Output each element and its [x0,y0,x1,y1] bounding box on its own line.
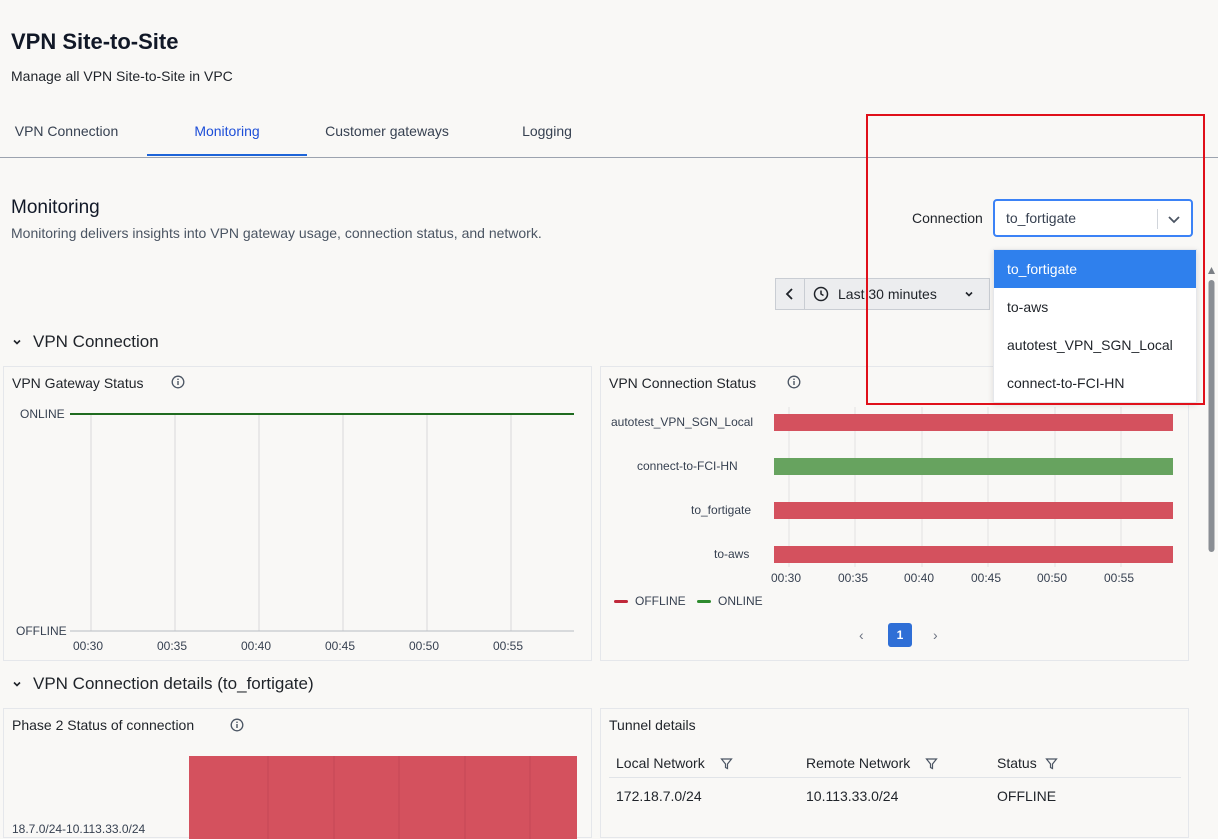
connection-select[interactable]: to_fortigate [993,199,1193,237]
dropdown-option-to-fortigate[interactable]: to_fortigate [994,250,1196,288]
status-bar-online [774,458,1173,475]
dropdown-option-connect-fci-hn[interactable]: connect-to-FCI-HN [994,364,1196,402]
connection-dropdown-menu: to_fortigate to-aws autotest_VPN_SGN_Loc… [993,249,1197,403]
page-title: VPN Site-to-Site [11,29,179,54]
chevron-down-icon[interactable] [1165,210,1183,228]
status-bar-offline [774,546,1173,563]
x-tick-label: 00:30 [73,639,104,653]
gateway-status-panel: VPN Gateway Status ONLINE OFFLINE 00:30 … [3,366,592,661]
filter-icon[interactable] [720,757,733,770]
filter-icon[interactable] [925,757,938,770]
chevron-down-icon[interactable] [963,288,975,300]
legend-label-offline[interactable]: OFFLINE [635,594,686,608]
status-bar-offline [774,414,1173,431]
table-cell-local: 172.18.7.0/24 [616,788,702,804]
x-tick-label: 00:45 [325,639,356,653]
select-separator [1157,209,1158,229]
dropdown-option-autotest[interactable]: autotest_VPN_SGN_Local [994,326,1196,364]
time-range-picker[interactable]: Last 30 minutes [775,278,990,310]
pager-prev-icon[interactable]: ‹ [859,627,864,643]
scrollbar[interactable] [1207,265,1216,555]
tab-customer-gateways[interactable]: Customer gateways [307,110,467,156]
section-description: Monitoring delivers insights into VPN ga… [11,225,542,241]
y-label-online: ONLINE [20,407,65,421]
section-title: Monitoring [11,197,100,218]
tab-bar: VPN Connection Monitoring Customer gatew… [0,110,1218,158]
column-header-status: Status [997,755,1037,771]
connection-status-panel: VPN Connection Status autotest_VPN_SGN_L… [600,366,1189,661]
legend-swatch-offline [614,600,628,603]
x-tick-label: 00:35 [157,639,188,653]
x-tick-label: 00:30 [771,571,802,585]
y-label-offline: OFFLINE [16,624,67,638]
x-tick-label: 00:50 [409,639,440,653]
chevron-left-icon[interactable] [776,279,805,309]
phase2-chart [189,756,577,839]
tab-logging[interactable]: Logging [467,110,627,156]
panel-title: Tunnel details [609,717,696,733]
row-label: connect-to-FCI-HN [637,459,738,473]
clock-icon [813,286,829,302]
x-tick-label: 00:40 [241,639,272,653]
page-subtitle: Manage all VPN Site-to-Site in VPC [11,68,233,84]
legend-swatch-online [697,600,711,603]
table-cell-status: OFFLINE [997,788,1057,804]
row-label: autotest_VPN_SGN_Local [611,415,754,429]
status-bar-offline [774,502,1173,519]
phase2-bar-offline [189,756,577,839]
time-range-label: Last 30 minutes [838,286,937,302]
dropdown-option-to-aws[interactable]: to-aws [994,288,1196,326]
x-tick-label: 00:50 [1037,571,1068,585]
connection-status-chart [774,407,1173,567]
x-tick-label: 00:40 [904,571,935,585]
phase2-panel: Phase 2 Status of connection 18.7.0/24-1… [3,708,592,839]
tab-vpn-connection[interactable]: VPN Connection [0,110,133,156]
column-header-local: Local Network [616,755,705,771]
row-label: to_fortigate [691,503,752,517]
x-tick-label: 00:45 [971,571,1002,585]
row-label: 18.7.0/24-10.113.33.0/24 [12,822,146,836]
x-tick-label: 00:55 [1104,571,1135,585]
column-header-remote: Remote Network [806,755,911,771]
gateway-status-chart [70,413,574,632]
connection-select-value: to_fortigate [1006,210,1077,226]
group-title-details: VPN Connection details (to_fortigate) [33,674,314,693]
x-tick-label: 00:35 [838,571,869,585]
collapse-chevron-icon[interactable] [11,336,23,348]
pager-next-icon[interactable]: › [933,627,938,643]
x-tick-label: 00:55 [493,639,524,653]
collapse-chevron-icon[interactable] [11,678,23,690]
group-title-vpn-connection: VPN Connection [33,332,159,351]
tab-monitoring[interactable]: Monitoring [147,110,307,156]
legend-label-online[interactable]: ONLINE [718,594,763,608]
tunnel-details-panel: Tunnel details Local Network Remote Netw… [600,708,1189,838]
connection-label: Connection [912,210,983,226]
filter-icon[interactable] [1045,757,1058,770]
row-label: to-aws [714,547,750,561]
table-cell-remote: 10.113.33.0/24 [806,788,899,804]
page-button[interactable]: 1 [888,623,912,647]
